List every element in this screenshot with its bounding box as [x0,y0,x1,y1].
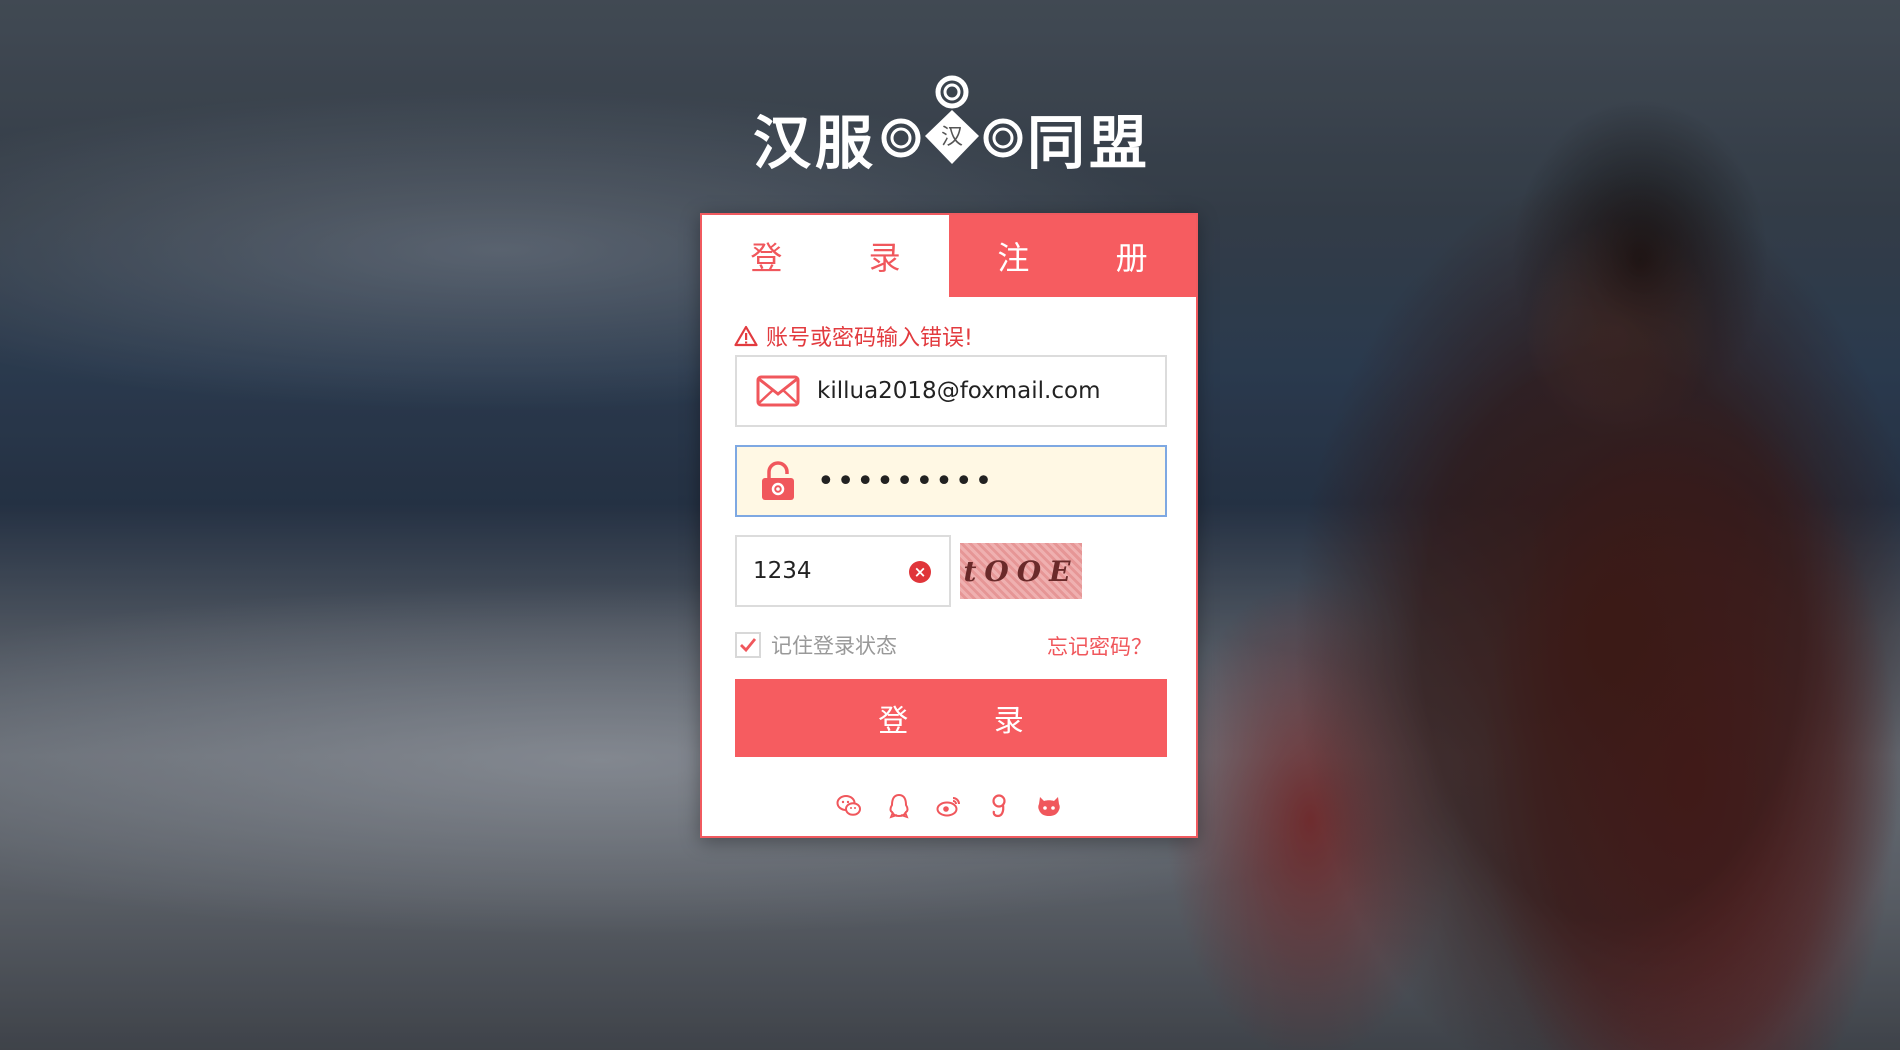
password-field[interactable] [735,445,1167,517]
captcha-image[interactable]: tOOE [960,543,1082,599]
lock-icon [755,461,801,501]
remember-checkbox[interactable] [735,632,761,658]
warning-icon [734,325,758,347]
emblem-icon: 汉 [881,75,1023,164]
google-icon[interactable] [986,793,1012,819]
tab-login[interactable]: 登 录 [702,215,949,297]
login-button[interactable]: 登 录 [735,679,1167,757]
qq-icon[interactable] [886,793,912,819]
brand-logo: 汉服 汉 同盟 [742,70,1162,180]
weibo-icon[interactable] [936,793,962,819]
brand-right: 同盟 [1027,109,1152,177]
remember-me[interactable]: 记住登录状态 [735,630,897,660]
remember-label: 记住登录状态 [771,634,897,658]
email-input[interactable] [817,378,1147,404]
social-login [702,793,1196,819]
captcha-input[interactable] [753,558,903,584]
wechat-icon[interactable] [836,793,862,819]
login-panel: 登 录 注 册 账号或密码输入错误! killua2018@foxmail.co… [700,213,1198,838]
tab-register[interactable]: 注 册 [949,215,1196,297]
forgot-password-link[interactable]: 忘记密码？ [1047,631,1152,661]
password-input[interactable] [817,463,1147,499]
brand-left: 汉服 [752,109,877,177]
captcha-field[interactable]: × [735,535,951,607]
error-text: 账号或密码输入错误! [766,326,973,351]
clear-icon[interactable]: × [909,561,931,583]
auth-tabs: 登 录 注 册 [702,215,1196,297]
error-message: 账号或密码输入错误! [734,320,973,352]
email-field[interactable] [735,355,1167,427]
mail-icon [755,371,801,411]
github-icon[interactable] [1036,793,1062,819]
check-icon [740,638,757,653]
emblem-char: 汉 [941,124,963,149]
